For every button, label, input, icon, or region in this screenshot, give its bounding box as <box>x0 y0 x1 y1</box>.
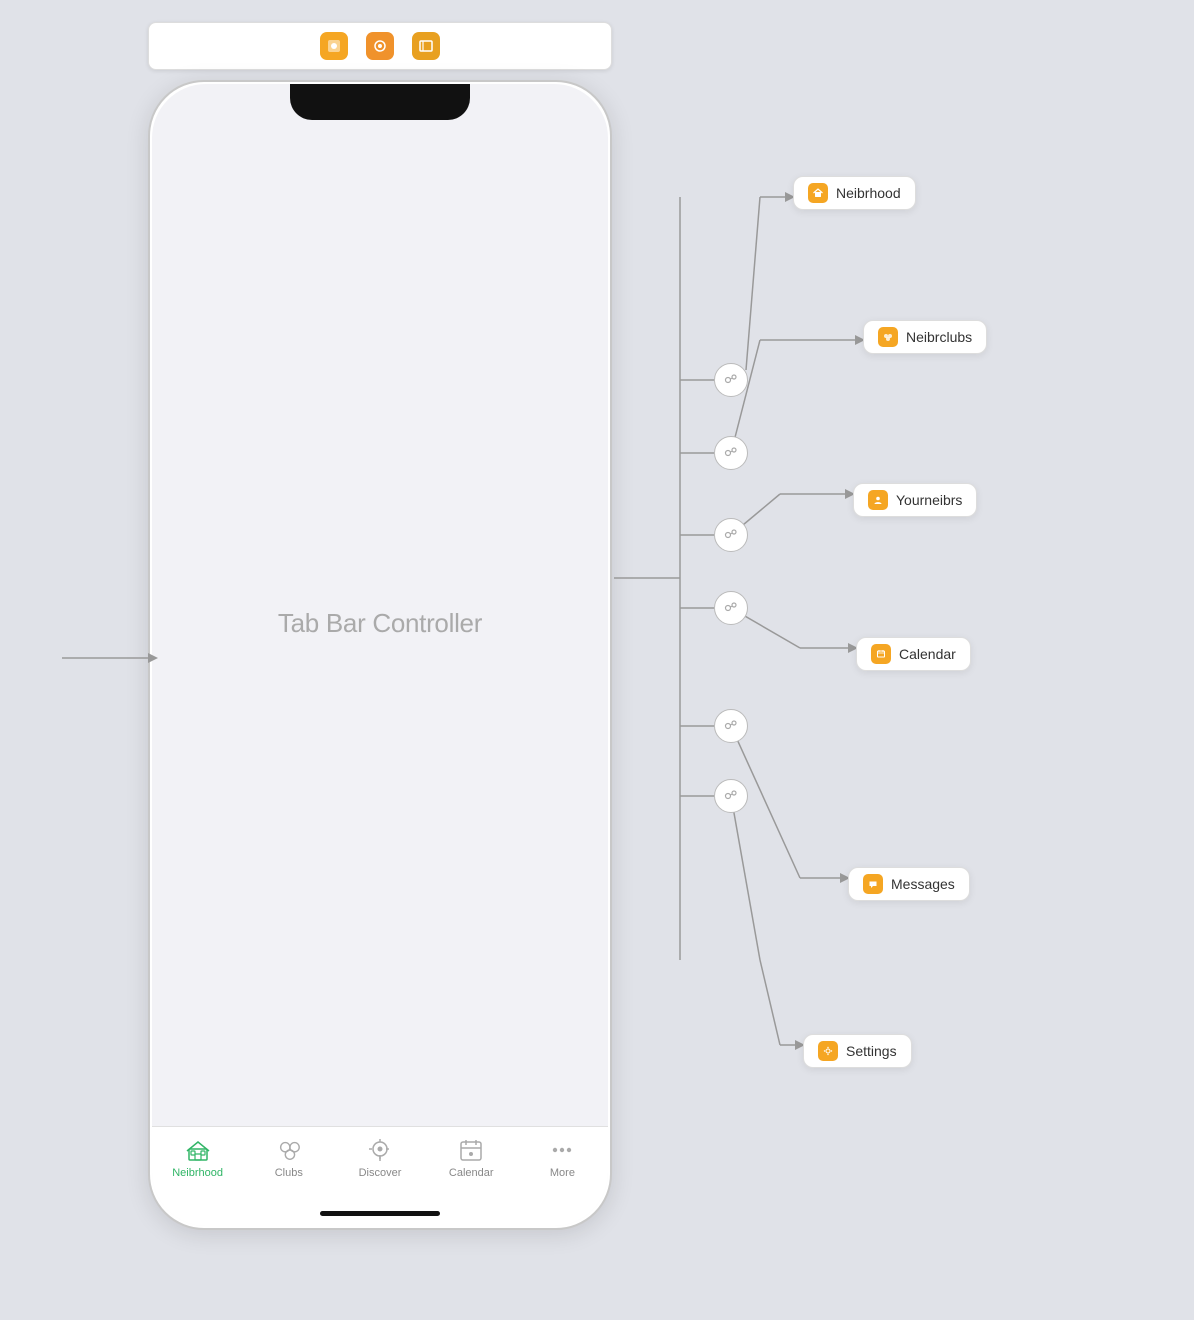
dest-messages-icon <box>863 874 883 894</box>
toolbar <box>148 22 612 70</box>
dest-neibrhood[interactable]: Neibrhood <box>793 176 916 210</box>
tab-discover[interactable]: Discover <box>334 1137 425 1179</box>
phone-title: Tab Bar Controller <box>278 608 482 639</box>
node-3 <box>714 518 748 552</box>
node-1 <box>714 363 748 397</box>
phone-inner: Tab Bar Controller Neibrhood <box>152 84 608 1226</box>
home-indicator <box>320 1211 440 1216</box>
dest-messages-label: Messages <box>891 876 955 892</box>
tab-clubs[interactable]: Clubs <box>243 1137 334 1179</box>
more-icon <box>549 1137 575 1163</box>
clubs-icon <box>276 1137 302 1163</box>
toolbar-icon-3[interactable] <box>412 32 440 60</box>
node-2 <box>714 436 748 470</box>
discover-icon <box>367 1137 393 1163</box>
tab-discover-label: Discover <box>359 1167 402 1179</box>
dest-messages[interactable]: Messages <box>848 867 970 901</box>
toolbar-icon-1[interactable] <box>320 32 348 60</box>
dest-settings-icon <box>818 1041 838 1061</box>
tab-calendar[interactable]: Calendar <box>426 1137 517 1179</box>
neibrhood-icon <box>185 1137 211 1163</box>
dest-neibrhood-label: Neibrhood <box>836 185 901 201</box>
dest-neibrhood-icon <box>808 183 828 203</box>
tab-more-label: More <box>550 1167 575 1179</box>
phone-frame: Tab Bar Controller Neibrhood <box>148 80 612 1230</box>
node-4 <box>714 591 748 625</box>
dest-calendar[interactable]: Calendar <box>856 637 971 671</box>
tab-more[interactable]: More <box>517 1137 608 1179</box>
phone-notch <box>290 84 470 120</box>
tab-calendar-label: Calendar <box>449 1167 494 1179</box>
tab-neibrhood-label: Neibrhood <box>172 1167 223 1179</box>
dest-neibrclubs-label: Neibrclubs <box>906 329 972 345</box>
dest-neibrclubs-icon <box>878 327 898 347</box>
calendar-icon <box>458 1137 484 1163</box>
node-6 <box>714 779 748 813</box>
dest-yourneibrs[interactable]: Yourneibrs <box>853 483 977 517</box>
tab-neibrhood[interactable]: Neibrhood <box>152 1137 243 1179</box>
dest-settings-label: Settings <box>846 1043 897 1059</box>
tab-clubs-label: Clubs <box>275 1167 303 1179</box>
dest-calendar-icon <box>871 644 891 664</box>
dest-yourneibrs-icon <box>868 490 888 510</box>
dest-calendar-label: Calendar <box>899 646 956 662</box>
node-5 <box>714 709 748 743</box>
dest-settings[interactable]: Settings <box>803 1034 912 1068</box>
toolbar-icon-2[interactable] <box>366 32 394 60</box>
dest-yourneibrs-label: Yourneibrs <box>896 492 962 508</box>
phone-content: Tab Bar Controller <box>152 120 608 1126</box>
dest-neibrclubs[interactable]: Neibrclubs <box>863 320 987 354</box>
